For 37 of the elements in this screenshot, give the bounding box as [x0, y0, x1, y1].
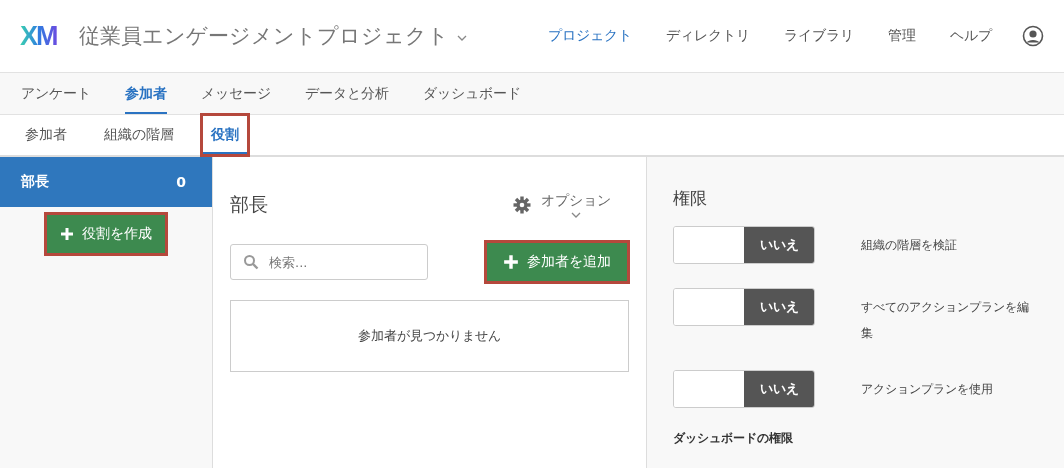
- empty-message: 参加者が見つかりません: [358, 327, 501, 345]
- role-item[interactable]: 部長 0: [0, 157, 212, 207]
- chevron-down-icon[interactable]: [456, 35, 467, 41]
- role-name: 部長: [21, 173, 49, 191]
- create-role-button[interactable]: 役割を作成: [47, 215, 165, 253]
- plus-icon: [60, 227, 74, 241]
- add-participant-button[interactable]: 参加者を追加: [487, 243, 627, 281]
- toggle-switch[interactable]: いいえ: [673, 288, 815, 326]
- tab[interactable]: メッセージ: [201, 73, 271, 114]
- tab[interactable]: アンケート: [21, 73, 91, 114]
- permission-label: 組織の階層を検証: [861, 237, 958, 254]
- search-field[interactable]: 検索...: [230, 244, 428, 280]
- project-title[interactable]: 従業員エンゲージメントプロジェクト: [78, 22, 449, 50]
- sub-tab[interactable]: 参加者: [16, 115, 76, 155]
- sub-tab[interactable]: 役割: [202, 115, 248, 155]
- toggle-switch[interactable]: いいえ: [673, 226, 815, 264]
- nav-link[interactable]: ディレクトリ: [666, 27, 750, 45]
- nav-link[interactable]: ライブラリ: [784, 27, 854, 45]
- tab[interactable]: 参加者: [125, 73, 167, 114]
- permission-label: アクションプランを使用: [861, 381, 994, 398]
- chevron-down-icon: [571, 212, 581, 218]
- sub-tab[interactable]: 組織の階層: [95, 115, 183, 155]
- tab[interactable]: ダッシュボード: [423, 73, 521, 114]
- toggle-switch[interactable]: いいえ: [673, 370, 815, 408]
- permissions-title: 権限: [673, 187, 708, 210]
- dashboard-permissions-heading: ダッシュボードの権限: [673, 430, 794, 447]
- tab[interactable]: データと分析: [305, 73, 389, 114]
- gear-icon: [513, 196, 531, 214]
- nav-link[interactable]: ヘルプ: [950, 27, 992, 45]
- role-count: 0: [176, 174, 186, 190]
- plus-icon: [503, 254, 519, 270]
- role-title: 部長: [230, 192, 268, 217]
- nav-link[interactable]: 管理: [888, 27, 916, 45]
- nav-link[interactable]: プロジェクト: [548, 27, 632, 45]
- options-button[interactable]: オプション: [513, 192, 629, 218]
- permission-label: すべてのアクションプランを編集: [861, 299, 1029, 342]
- user-icon[interactable]: [1022, 25, 1044, 47]
